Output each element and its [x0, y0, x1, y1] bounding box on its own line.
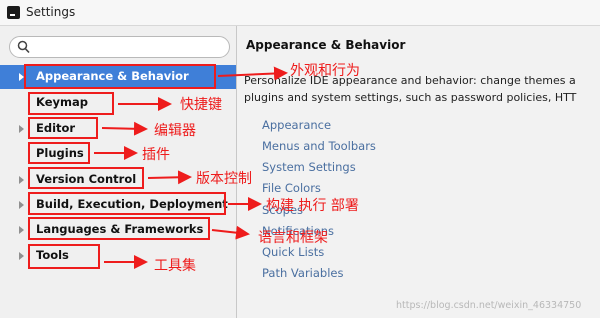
annotation-label: 语言和框架	[258, 230, 328, 246]
annotation-arrow	[101, 121, 148, 136]
annotation-label: 工具集	[154, 258, 196, 274]
annotation-arrow	[147, 170, 192, 185]
annotation-label: 外观和行为	[290, 63, 360, 79]
annotation-label: 编辑器	[154, 123, 196, 139]
annotation-label: 插件	[142, 147, 170, 163]
watermark: https://blog.csdn.net/weixin_46334750	[396, 300, 582, 311]
annotation-label: 快捷键	[180, 97, 222, 113]
annotation-arrow	[217, 66, 288, 81]
annotation-label: 构建 执行 部署	[266, 198, 359, 214]
annotation-label: 版本控制	[196, 171, 252, 187]
annotation-arrow	[211, 225, 250, 240]
annotation-arrows	[94, 66, 288, 269]
